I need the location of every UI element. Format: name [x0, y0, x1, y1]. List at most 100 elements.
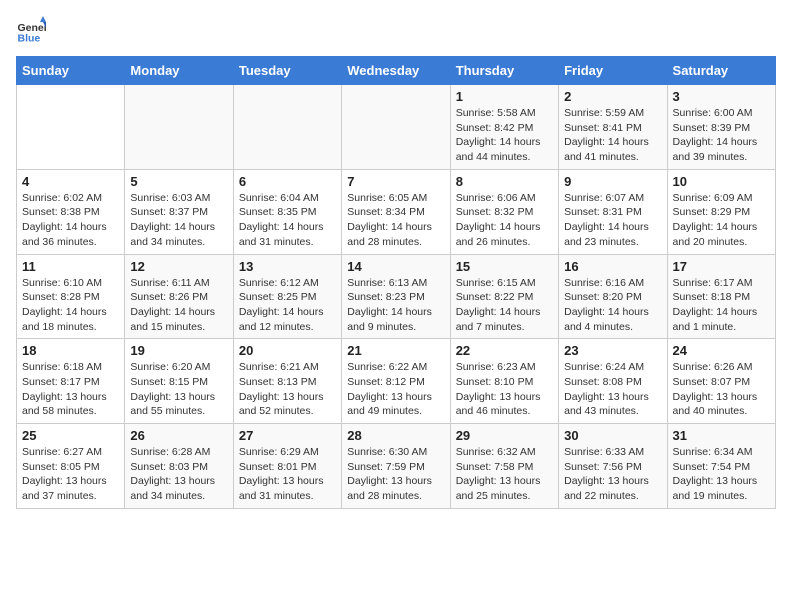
day-number: 29 [456, 428, 553, 443]
day-info: Sunrise: 6:26 AM Sunset: 8:07 PM Dayligh… [673, 360, 770, 419]
day-info: Sunrise: 6:11 AM Sunset: 8:26 PM Dayligh… [130, 276, 227, 335]
calendar-cell: 24 Sunrise: 6:26 AM Sunset: 8:07 PM Dayli… [667, 339, 775, 424]
day-info: Sunrise: 6:03 AM Sunset: 8:37 PM Dayligh… [130, 191, 227, 250]
day-number: 28 [347, 428, 444, 443]
svg-text:Blue: Blue [18, 33, 41, 45]
calendar-week-2: 4Sunrise: 6:02 AM Sunset: 8:38 PM Daylig… [17, 169, 776, 254]
day-number: 9 [564, 174, 661, 189]
day-number: 2 [564, 89, 661, 104]
calendar-cell: 14 Sunrise: 6:13 AM Sunset: 8:23 PM Dayli… [342, 254, 450, 339]
calendar-cell: 8 Sunrise: 6:06 AM Sunset: 8:32 PM Daylig… [450, 169, 558, 254]
day-number: 30 [564, 428, 661, 443]
day-info: Sunrise: 6:30 AM Sunset: 7:59 PM Dayligh… [347, 445, 444, 504]
calendar-cell: 2 Sunrise: 5:59 AM Sunset: 8:41 PM Daylig… [559, 85, 667, 170]
calendar-cell: 13 Sunrise: 6:12 AM Sunset: 8:25 PM Dayli… [233, 254, 341, 339]
calendar-week-1: 1 Sunrise: 5:58 AM Sunset: 8:42 PM Daylig… [17, 85, 776, 170]
day-number: 5 [130, 174, 227, 189]
calendar-cell: 27Sunrise: 6:29 AM Sunset: 8:01 PM Dayli… [233, 424, 341, 509]
day-number: 22 [456, 343, 553, 358]
calendar-cell: 11 Sunrise: 6:10 AM Sunset: 8:28 PM Dayli… [17, 254, 125, 339]
calendar-cell: 19Sunrise: 6:20 AM Sunset: 8:15 PM Dayli… [125, 339, 233, 424]
calendar-cell: 16 Sunrise: 6:16 AM Sunset: 8:20 PM Dayli… [559, 254, 667, 339]
calendar-cell: 4Sunrise: 6:02 AM Sunset: 8:38 PM Daylig… [17, 169, 125, 254]
weekday-header-friday: Friday [559, 57, 667, 85]
calendar-cell: 1 Sunrise: 5:58 AM Sunset: 8:42 PM Daylig… [450, 85, 558, 170]
day-number: 24 [673, 343, 770, 358]
day-number: 18 [22, 343, 119, 358]
calendar-cell: 29Sunrise: 6:32 AM Sunset: 7:58 PM Dayli… [450, 424, 558, 509]
day-number: 13 [239, 259, 336, 274]
weekday-header-thursday: Thursday [450, 57, 558, 85]
day-number: 31 [673, 428, 770, 443]
calendar-cell: 7 Sunrise: 6:05 AM Sunset: 8:34 PM Daylig… [342, 169, 450, 254]
day-info: Sunrise: 6:05 AM Sunset: 8:34 PM Dayligh… [347, 191, 444, 250]
calendar-cell: 3 Sunrise: 6:00 AM Sunset: 8:39 PM Daylig… [667, 85, 775, 170]
calendar-cell: 20 Sunrise: 6:21 AM Sunset: 8:13 PM Dayli… [233, 339, 341, 424]
day-info: Sunrise: 6:10 AM Sunset: 8:28 PM Dayligh… [22, 276, 119, 335]
weekday-header-monday: Monday [125, 57, 233, 85]
calendar-cell: 23 Sunrise: 6:24 AM Sunset: 8:08 PM Dayli… [559, 339, 667, 424]
calendar-cell: 17Sunrise: 6:17 AM Sunset: 8:18 PM Dayli… [667, 254, 775, 339]
calendar-cell: 25Sunrise: 6:27 AM Sunset: 8:05 PM Dayli… [17, 424, 125, 509]
day-number: 1 [456, 89, 553, 104]
day-number: 16 [564, 259, 661, 274]
day-info: Sunrise: 6:28 AM Sunset: 8:03 PM Dayligh… [130, 445, 227, 504]
day-info: Sunrise: 6:18 AM Sunset: 8:17 PM Dayligh… [22, 360, 119, 419]
day-info: Sunrise: 6:00 AM Sunset: 8:39 PM Dayligh… [673, 106, 770, 165]
calendar-cell: 31 Sunrise: 6:34 AM Sunset: 7:54 PM Dayli… [667, 424, 775, 509]
calendar-cell: 9 Sunrise: 6:07 AM Sunset: 8:31 PM Daylig… [559, 169, 667, 254]
calendar-cell [342, 85, 450, 170]
day-number: 26 [130, 428, 227, 443]
day-info: Sunrise: 6:27 AM Sunset: 8:05 PM Dayligh… [22, 445, 119, 504]
weekday-header-tuesday: Tuesday [233, 57, 341, 85]
logo: General Blue [16, 16, 50, 46]
calendar-cell [233, 85, 341, 170]
calendar-cell: 6 Sunrise: 6:04 AM Sunset: 8:35 PM Daylig… [233, 169, 341, 254]
day-info: Sunrise: 6:02 AM Sunset: 8:38 PM Dayligh… [22, 191, 119, 250]
day-number: 10 [673, 174, 770, 189]
calendar-cell: 18 Sunrise: 6:18 AM Sunset: 8:17 PM Dayli… [17, 339, 125, 424]
calendar-cell: 28 Sunrise: 6:30 AM Sunset: 7:59 PM Dayli… [342, 424, 450, 509]
day-info: Sunrise: 6:16 AM Sunset: 8:20 PM Dayligh… [564, 276, 661, 335]
day-info: Sunrise: 6:17 AM Sunset: 8:18 PM Dayligh… [673, 276, 770, 335]
weekday-header-wednesday: Wednesday [342, 57, 450, 85]
day-number: 14 [347, 259, 444, 274]
day-info: Sunrise: 6:34 AM Sunset: 7:54 PM Dayligh… [673, 445, 770, 504]
header: General Blue [16, 16, 776, 46]
day-info: Sunrise: 6:23 AM Sunset: 8:10 PM Dayligh… [456, 360, 553, 419]
day-number: 20 [239, 343, 336, 358]
day-number: 15 [456, 259, 553, 274]
day-info: Sunrise: 6:22 AM Sunset: 8:12 PM Dayligh… [347, 360, 444, 419]
day-info: Sunrise: 6:04 AM Sunset: 8:35 PM Dayligh… [239, 191, 336, 250]
day-info: Sunrise: 6:21 AM Sunset: 8:13 PM Dayligh… [239, 360, 336, 419]
day-info: Sunrise: 6:24 AM Sunset: 8:08 PM Dayligh… [564, 360, 661, 419]
day-number: 6 [239, 174, 336, 189]
day-number: 8 [456, 174, 553, 189]
calendar-cell: 22 Sunrise: 6:23 AM Sunset: 8:10 PM Dayli… [450, 339, 558, 424]
day-number: 11 [22, 259, 119, 274]
weekday-header-row: SundayMondayTuesdayWednesdayThursdayFrid… [17, 57, 776, 85]
logo-icon: General Blue [16, 16, 46, 46]
day-info: Sunrise: 6:29 AM Sunset: 8:01 PM Dayligh… [239, 445, 336, 504]
day-info: Sunrise: 5:59 AM Sunset: 8:41 PM Dayligh… [564, 106, 661, 165]
calendar-cell [17, 85, 125, 170]
calendar-week-5: 25Sunrise: 6:27 AM Sunset: 8:05 PM Dayli… [17, 424, 776, 509]
day-info: Sunrise: 6:13 AM Sunset: 8:23 PM Dayligh… [347, 276, 444, 335]
day-number: 23 [564, 343, 661, 358]
calendar-cell: 21Sunrise: 6:22 AM Sunset: 8:12 PM Dayli… [342, 339, 450, 424]
day-info: Sunrise: 6:12 AM Sunset: 8:25 PM Dayligh… [239, 276, 336, 335]
day-number: 12 [130, 259, 227, 274]
calendar-cell: 12 Sunrise: 6:11 AM Sunset: 8:26 PM Dayli… [125, 254, 233, 339]
day-info: Sunrise: 6:09 AM Sunset: 8:29 PM Dayligh… [673, 191, 770, 250]
day-number: 7 [347, 174, 444, 189]
calendar-cell: 10 Sunrise: 6:09 AM Sunset: 8:29 PM Dayli… [667, 169, 775, 254]
day-number: 3 [673, 89, 770, 104]
day-info: Sunrise: 5:58 AM Sunset: 8:42 PM Dayligh… [456, 106, 553, 165]
day-info: Sunrise: 6:15 AM Sunset: 8:22 PM Dayligh… [456, 276, 553, 335]
weekday-header-sunday: Sunday [17, 57, 125, 85]
calendar-cell [125, 85, 233, 170]
calendar-cell: 30Sunrise: 6:33 AM Sunset: 7:56 PM Dayli… [559, 424, 667, 509]
day-info: Sunrise: 6:06 AM Sunset: 8:32 PM Dayligh… [456, 191, 553, 250]
day-info: Sunrise: 6:07 AM Sunset: 8:31 PM Dayligh… [564, 191, 661, 250]
calendar-cell: 26 Sunrise: 6:28 AM Sunset: 8:03 PM Dayli… [125, 424, 233, 509]
